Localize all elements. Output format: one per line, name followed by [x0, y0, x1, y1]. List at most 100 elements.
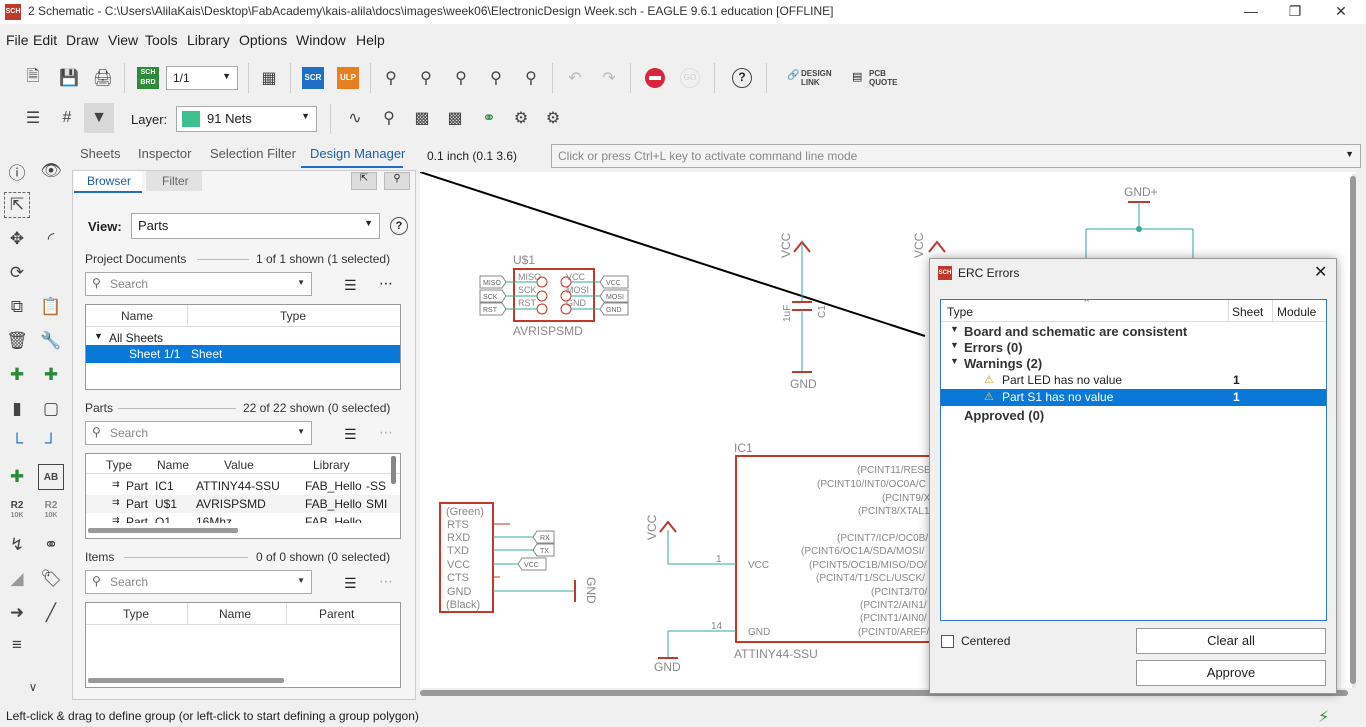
erc-row-warning-led[interactable]: ⚠ Part LED has no value 1 [941, 372, 1326, 389]
undo-icon[interactable]: ↶ [562, 65, 588, 91]
horizontal-scrollbar[interactable] [88, 678, 284, 683]
menu-file[interactable]: File [6, 32, 29, 48]
col-name[interactable]: Name [219, 607, 251, 621]
menu-view[interactable]: View [108, 32, 138, 48]
show-icon[interactable]: 👁 [38, 158, 64, 184]
tab-design-manager[interactable]: Design Manager [310, 146, 405, 161]
net-icon[interactable]: └ [4, 430, 30, 456]
print-icon[interactable]: 🖨 [90, 65, 116, 91]
zoom-tool-icon[interactable]: ⚲ [384, 172, 410, 190]
list-view-icon[interactable]: ☰ [344, 575, 357, 592]
col-module[interactable]: Module [1277, 305, 1316, 319]
copy-icon[interactable]: ⧉ [4, 294, 30, 320]
info-icon[interactable]: ⓘ [4, 158, 30, 184]
script-icon[interactable]: SCR [302, 67, 324, 89]
line-icon[interactable]: ╱ [38, 600, 64, 626]
vertical-scrollbar[interactable] [391, 456, 396, 484]
zoom-out-icon[interactable]: ⚲ [448, 65, 474, 91]
centered-checkbox[interactable] [941, 635, 954, 648]
go-icon[interactable]: GO [680, 68, 700, 88]
approve-button[interactable]: Approve [1136, 660, 1326, 686]
bus-icon[interactable]: ┘ [38, 430, 64, 456]
parts-search-input[interactable]: ⚲ Search ▼ [85, 421, 312, 445]
command-line-input[interactable]: Click or press Ctrl+L key to activate co… [551, 144, 1361, 168]
add-part-icon[interactable]: ✚ [4, 362, 30, 388]
col-type[interactable]: Type [947, 305, 973, 319]
miter-icon[interactable]: ◢ [4, 566, 30, 592]
erc-row-warning-s1[interactable]: ⚠ Part S1 has no value 1 [941, 389, 1326, 406]
project-search-input[interactable]: ⚲ Search ▼ [85, 272, 312, 296]
erc-row-consistent[interactable]: ▼ Board and schematic are consistent [941, 323, 1326, 340]
layer-select[interactable]: 91 Nets ▼ [176, 106, 317, 132]
collapse-icon[interactable]: ▼ [950, 340, 959, 350]
collapse-icon[interactable]: ▼ [950, 324, 959, 334]
erc-row-warnings[interactable]: ▼ Warnings (2) [941, 355, 1326, 372]
inspect-icon[interactable]: ⚲ [376, 105, 402, 131]
wire-icon[interactable]: ∿ [342, 105, 368, 131]
menu-draw[interactable]: Draw [66, 32, 99, 48]
pcb-quote-icon[interactable]: ▤ [852, 70, 862, 83]
zoom-in-icon[interactable]: ⚲ [413, 65, 439, 91]
expand-chevron-icon[interactable]: ∨ [20, 674, 46, 700]
move-icon[interactable]: ✥ [4, 226, 30, 252]
port-icon[interactable]: ➜ [4, 600, 30, 626]
zoom-fit-icon[interactable]: ⚲ [378, 65, 404, 91]
delete-icon[interactable]: 🗑 [4, 328, 30, 354]
tab-selection-filter[interactable]: Selection Filter [210, 146, 296, 161]
text-icon[interactable]: ≡ [4, 632, 30, 658]
view-select[interactable]: Parts ▼ [131, 213, 380, 239]
save-icon[interactable]: 💾 [56, 65, 82, 91]
junction-icon[interactable]: ✚ [4, 464, 30, 490]
menu-options[interactable]: Options [239, 32, 287, 48]
col-type[interactable]: Type [280, 309, 306, 323]
col-type[interactable]: Type [123, 607, 149, 621]
gate-icon[interactable]: ▢ [38, 396, 64, 422]
select-tool-icon[interactable]: ⇱ [351, 172, 377, 190]
ripup-icon[interactable]: ▩ [442, 105, 468, 131]
tab-inspector[interactable]: Inspector [138, 146, 191, 161]
menu-edit[interactable]: Edit [33, 32, 57, 48]
value-icon[interactable]: R2 10K [38, 498, 64, 524]
table-row[interactable]: ⇉ Part Q1 16Mhz FAB_Hello [86, 513, 400, 523]
grid-icon[interactable]: # [54, 105, 80, 131]
ulp-icon[interactable]: ULP [337, 67, 359, 89]
view-help-icon[interactable]: ? [390, 217, 408, 235]
switch-board-icon[interactable]: SCH BRD [137, 67, 159, 89]
add-pin-icon[interactable]: ✚ [38, 362, 64, 388]
replace-icon[interactable]: ▮ [4, 396, 30, 422]
tab-sheets[interactable]: Sheets [80, 146, 120, 161]
filter-icon[interactable]: ▼ [84, 103, 114, 133]
more-options-icon[interactable]: ⋯ [379, 424, 393, 441]
wrench-icon[interactable]: 🔧 [38, 328, 64, 354]
design-link-button[interactable]: DESIGN LINK [801, 69, 832, 87]
more-options-icon[interactable]: ⋯ [379, 573, 393, 590]
lightning-icon[interactable]: ⚡ [1318, 707, 1329, 727]
help-icon[interactable]: ? [732, 68, 752, 88]
rotate-icon[interactable]: ⟳ [4, 260, 30, 286]
erc-row-errors[interactable]: ▼ Errors (0) [941, 339, 1326, 356]
attribute-icon[interactable]: 🏷 [38, 566, 64, 592]
mirror-icon[interactable]: ◜ [38, 226, 64, 252]
canvas-vertical-scrollbar[interactable] [1350, 176, 1356, 684]
drc-gear-icon[interactable]: ⚙ [508, 105, 534, 131]
subtab-browser[interactable]: Browser [87, 174, 131, 188]
layers-icon[interactable]: ☰ [20, 105, 46, 131]
menu-window[interactable]: Window [296, 32, 346, 48]
erc-gear-icon[interactable]: ⚙ [540, 105, 566, 131]
pcb-quote-button[interactable]: PCB QUOTE [869, 69, 897, 87]
collapse-icon[interactable]: ▼ [950, 356, 959, 366]
col-library[interactable]: Library [313, 458, 350, 472]
sheet-select[interactable]: 1/1 ▼ [166, 66, 238, 90]
new-file-icon[interactable]: 🗎 [20, 65, 46, 91]
redo-icon[interactable]: ↷ [596, 65, 622, 91]
more-options-icon[interactable]: ⋯ [379, 275, 393, 292]
group-icon[interactable]: ⇱ [4, 192, 30, 218]
list-view-icon[interactable]: ☰ [344, 277, 357, 294]
items-search-input[interactable]: ⚲ Search ▼ [85, 570, 312, 594]
menu-tools[interactable]: Tools [145, 32, 178, 48]
design-link-icon[interactable]: 🔗 [787, 70, 799, 81]
col-parent[interactable]: Parent [319, 607, 354, 621]
clear-all-button[interactable]: Clear all [1136, 628, 1326, 654]
cam-icon[interactable]: ▦ [256, 65, 282, 91]
horizontal-scrollbar[interactable] [88, 528, 238, 533]
